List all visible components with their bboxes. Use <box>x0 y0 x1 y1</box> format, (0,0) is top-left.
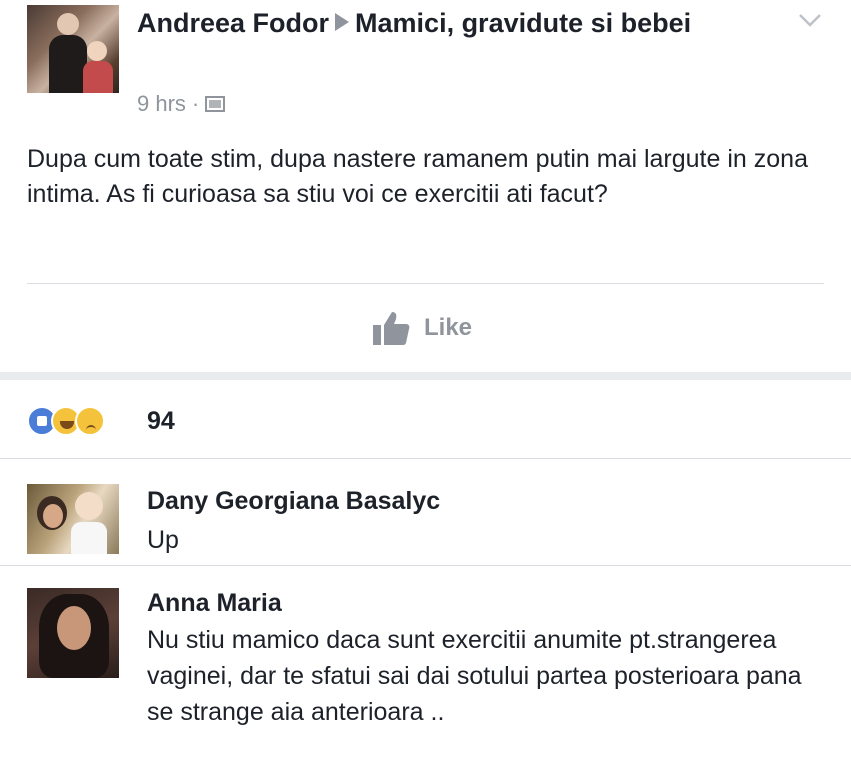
avatar-figure <box>43 504 63 528</box>
post-card: Andreea Fodor Mamici, gravidute si bebei … <box>0 0 851 372</box>
commenter-avatar[interactable] <box>27 484 119 554</box>
thumbs-up-icon <box>373 312 410 345</box>
comment: Anna Maria Nu stiu mamico daca sunt exer… <box>0 570 851 768</box>
group-name[interactable]: Mamici, gravidute si bebei <box>355 8 691 38</box>
commenter-name[interactable]: Anna Maria <box>147 586 282 620</box>
sad-reaction-icon <box>75 406 105 436</box>
post-meta: 9 hrs · <box>137 90 226 118</box>
separator-dot: · <box>191 91 200 116</box>
avatar-figure <box>71 522 107 554</box>
avatar-figure <box>75 492 103 520</box>
arrow-right-icon <box>335 13 350 31</box>
divider <box>0 565 851 566</box>
like-label: Like <box>424 314 473 341</box>
comment-text: Up <box>147 526 179 554</box>
avatar-figure <box>57 606 91 650</box>
avatar-figure <box>49 35 87 93</box>
reaction-count[interactable]: 94 <box>147 405 175 437</box>
post-header: Andreea Fodor Mamici, gravidute si bebei <box>137 4 777 42</box>
divider <box>0 458 851 459</box>
section-gap <box>0 372 851 380</box>
author-avatar[interactable] <box>27 5 119 93</box>
chevron-down-icon[interactable] <box>798 12 822 28</box>
divider <box>27 283 824 284</box>
reactions-bar[interactable]: 94 <box>0 380 851 458</box>
post-text: Dupa cum toate stim, dupa nastere ramane… <box>27 145 808 208</box>
commenter-avatar[interactable] <box>27 588 119 678</box>
author-name[interactable]: Andreea Fodor <box>137 8 329 38</box>
avatar-figure <box>83 61 113 93</box>
reaction-icons <box>27 406 105 438</box>
comment: Dany Georgiana Basalyc Up <box>0 470 851 565</box>
group-audience-icon <box>205 96 226 112</box>
commenter-name[interactable]: Dany Georgiana Basalyc <box>147 484 440 518</box>
post-time[interactable]: 9 hrs <box>137 90 186 118</box>
comment-text: Nu stiu mamico daca sunt exercitii anumi… <box>147 626 802 726</box>
avatar-figure <box>57 13 79 35</box>
like-button[interactable]: Like <box>372 308 472 348</box>
avatar-figure <box>87 41 107 61</box>
